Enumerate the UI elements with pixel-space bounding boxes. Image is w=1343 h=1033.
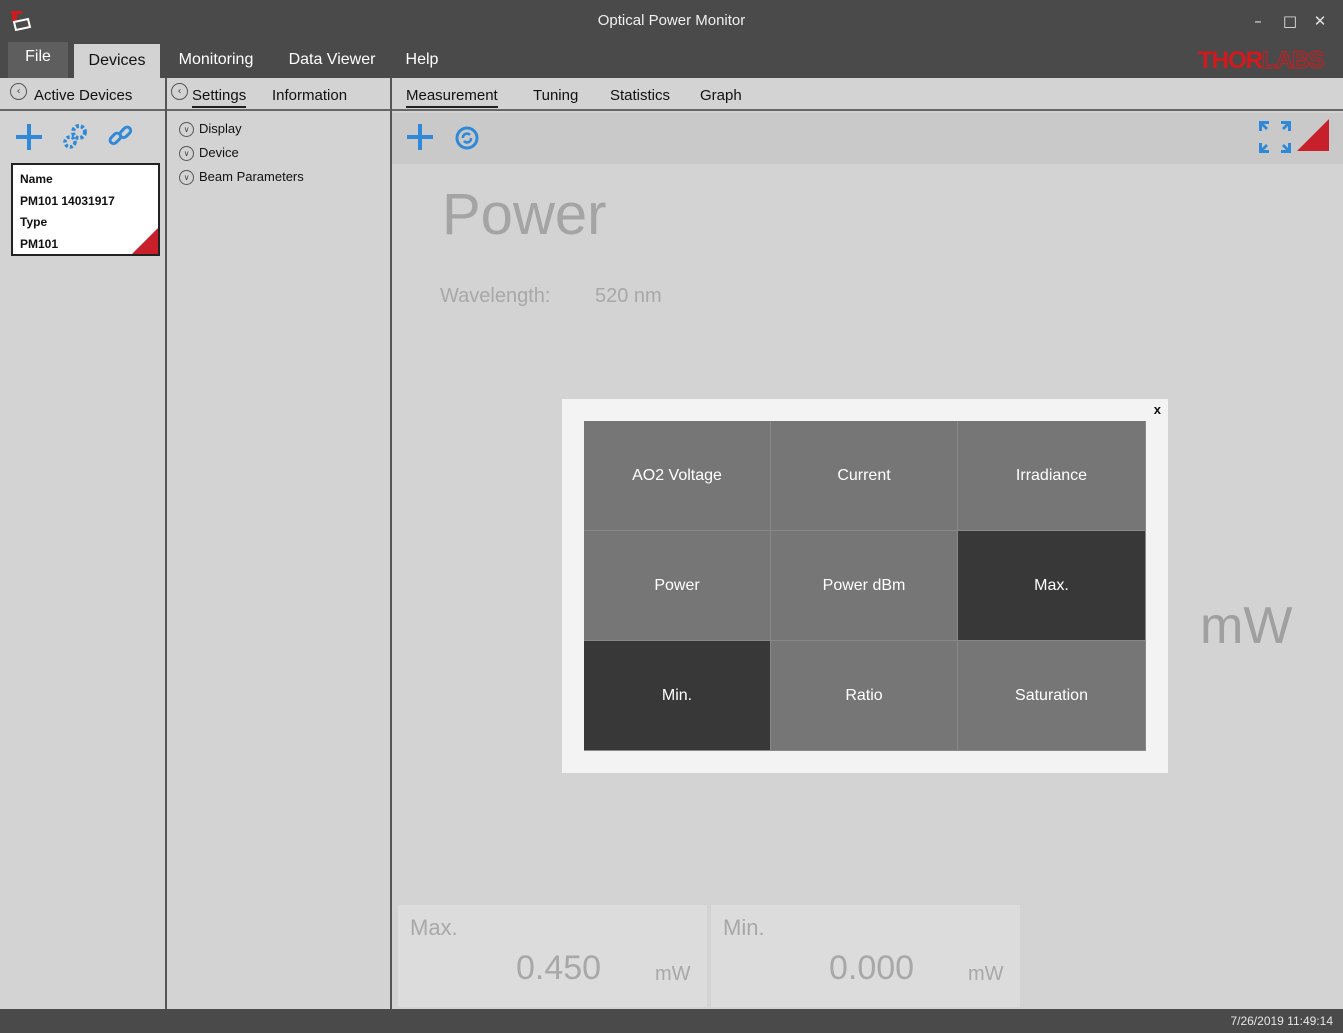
menu-bar: File Devices Monitoring Data Viewer Help… — [0, 42, 1343, 78]
maximize-button[interactable]: □ — [1277, 8, 1303, 34]
max-unit: mW — [655, 963, 691, 985]
option-min[interactable]: Min. — [584, 641, 771, 751]
chevron-down-icon: ∨ — [179, 146, 194, 162]
measurement-title: Power — [442, 182, 607, 247]
minimize-button[interactable]: – — [1245, 8, 1271, 34]
tree-item-device[interactable]: ∨ Device — [179, 145, 239, 162]
tab-information[interactable]: Information — [272, 87, 347, 104]
status-timestamp: 7/26/2019 11:49:14 — [1230, 1014, 1333, 1028]
measurement-unit: mW — [1200, 597, 1293, 655]
active-devices-header: ‹ Active Devices — [0, 78, 165, 111]
measurement-select-dialog: x AO2 Voltage Current Irradiance Power P… — [562, 399, 1168, 773]
device-card-corner — [132, 228, 158, 254]
thorlabs-logo: THORLABS — [1198, 47, 1325, 75]
option-power[interactable]: Power — [584, 531, 771, 641]
measurement-toolbar — [392, 113, 1343, 164]
tab-measurement[interactable]: Measurement — [406, 87, 498, 108]
link-icon[interactable] — [106, 122, 134, 150]
device-name-value: PM101 14031917 — [20, 193, 115, 208]
dialog-close-button[interactable]: x — [1154, 402, 1161, 417]
fullscreen-icon[interactable] — [1257, 119, 1293, 155]
option-current[interactable]: Current — [771, 421, 958, 531]
max-stat-box: Max. 0.450 mW — [398, 905, 707, 1007]
menu-file[interactable]: File — [8, 42, 68, 78]
option-irradiance[interactable]: Irradiance — [958, 421, 1146, 531]
title-bar: Optical Power Monitor – □ ✕ — [0, 0, 1343, 42]
option-saturation[interactable]: Saturation — [958, 641, 1146, 751]
tree-item-beam-parameters[interactable]: ∨ Beam Parameters — [179, 169, 304, 186]
settings-header: ‹ Settings Information — [167, 78, 390, 111]
measurement-tabs: Measurement Tuning Statistics Graph — [392, 78, 1343, 111]
min-stat-box: Min. 0.000 mW — [711, 905, 1020, 1007]
main-corner-mark — [1297, 119, 1329, 151]
min-unit: mW — [968, 963, 1004, 985]
option-ratio[interactable]: Ratio — [771, 641, 958, 751]
tree-item-display[interactable]: ∨ Display — [179, 121, 242, 138]
add-icon[interactable] — [405, 122, 435, 152]
tab-tuning[interactable]: Tuning — [533, 87, 578, 104]
collapse-left-icon[interactable]: ‹ — [10, 83, 27, 100]
menu-monitoring[interactable]: Monitoring — [167, 42, 265, 78]
option-power-dbm[interactable]: Power dBm — [771, 531, 958, 641]
max-label: Max. — [410, 915, 458, 940]
tab-statistics[interactable]: Statistics — [610, 87, 670, 104]
tab-graph[interactable]: Graph — [700, 87, 742, 104]
status-bar: 7/26/2019 11:49:14 — [0, 1009, 1343, 1033]
wavelength-value[interactable]: 520 nm — [595, 285, 662, 308]
option-ao2-voltage[interactable]: AO2 Voltage — [584, 421, 771, 531]
menu-devices[interactable]: Devices — [74, 44, 160, 78]
menu-help[interactable]: Help — [398, 42, 446, 78]
gear-icon[interactable] — [60, 121, 90, 151]
close-window-button[interactable]: ✕ — [1307, 8, 1333, 34]
active-devices-panel: ‹ Active Devices Name PM101 14031917 Typ… — [0, 78, 167, 1009]
min-label: Min. — [723, 915, 765, 940]
wavelength-label: Wavelength: — [440, 285, 551, 307]
device-card[interactable]: Name PM101 14031917 Type PM101 — [11, 163, 160, 256]
collapse-settings-icon[interactable]: ‹ — [171, 83, 188, 100]
chevron-down-icon: ∨ — [179, 122, 194, 138]
device-name-label: Name — [20, 172, 53, 186]
menu-data-viewer[interactable]: Data Viewer — [279, 42, 385, 78]
tab-settings[interactable]: Settings — [192, 87, 247, 108]
add-device-icon[interactable] — [14, 122, 44, 152]
option-max[interactable]: Max. — [958, 531, 1146, 641]
measurement-option-grid: AO2 Voltage Current Irradiance Power Pow… — [584, 421, 1146, 751]
chevron-down-icon: ∨ — [179, 170, 194, 186]
settings-panel: ‹ Settings Information ∨ Display ∨ Device … — [167, 78, 392, 1009]
min-value: 0.000 — [829, 949, 915, 987]
window-title: Optical Power Monitor — [597, 12, 746, 29]
max-value: 0.450 — [516, 949, 602, 987]
refresh-icon[interactable] — [454, 125, 480, 151]
active-devices-title: Active Devices — [34, 87, 133, 104]
